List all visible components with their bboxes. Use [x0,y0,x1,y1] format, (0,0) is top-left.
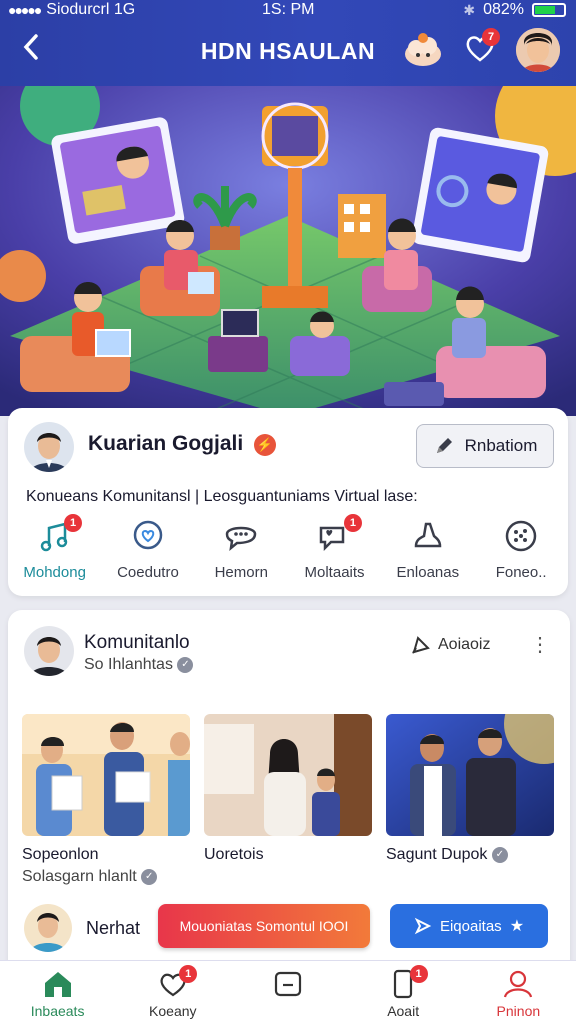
megaphone-icon [412,636,430,654]
member-avatar[interactable] [24,904,72,952]
cloud-character-icon[interactable] [402,30,442,70]
share-button-label: Eiqoaitas [439,917,502,935]
community-action-label: Aoiaoiz [438,636,491,653]
nav-item-profile[interactable]: Pninon [461,961,576,1024]
join-community-button[interactable]: Mouoniatas Somontul IOOI [158,904,370,948]
clock: 1S: PM [262,1,315,18]
share-button[interactable]: Eiqoaitas ★ [390,904,548,948]
photo-card-3[interactable] [386,714,554,836]
dots-circle-icon [505,520,537,552]
community-subtitle-text: So Ihlanhtas [84,656,173,673]
photo-subtitle: Solasgarn hlanlt ✓ [22,868,158,886]
quick-actions: 1 Mohdong Coedutro Hemorn 1 Moltaaits En… [8,514,568,581]
quick-item-label: Hemorn [214,564,268,581]
person-icon [504,970,533,998]
profile-avatar[interactable] [24,422,74,472]
send-icon [414,917,432,935]
quick-badge: 1 [343,514,362,532]
photo-title: Sopeonlon [22,846,99,863]
home-icon [44,972,71,997]
top-bar: ●●●●● Siodurcrl 1G 1S: PM ✱ 082% HDN HSA… [0,0,576,86]
nav-badge: 1 [409,965,428,983]
verified-icon: ✓ [177,656,194,673]
quick-item-foneo[interactable]: Foneo.. [474,518,567,581]
carrier-label: Siodurcrl 1G [46,1,136,18]
verified-icon: ✓ [141,868,158,885]
pencil-icon [436,438,452,453]
nav-label: Inbaeats [30,1003,85,1019]
quick-item-label: Moltaaits [304,564,365,581]
speech-bubble-icon [225,526,257,552]
nav-item-messages[interactable]: 1 Aoait [346,961,461,1024]
quick-badge: 1 [64,514,82,532]
battery-percent: 082% [483,1,524,18]
signal-icon: ●●●●● [8,2,42,18]
nav-item-home[interactable]: Inbaeats [0,961,115,1024]
quick-item-label: Foneo.. [495,564,547,581]
more-options-icon[interactable]: ⋮ [530,632,550,657]
nav-badge: 1 [179,965,198,983]
verified-icon: ✓ [491,846,508,863]
nav-label: Koeany [149,1003,197,1019]
user-avatar[interactable] [516,28,560,72]
quick-item-enloanas[interactable]: Enloanas [381,518,474,581]
community-name: Komunitanlo [84,632,190,653]
profile-name: Kuarian Gogjali [88,432,244,455]
hero-illustration [0,86,576,416]
heart-notification-button[interactable]: 7 [462,28,502,70]
quick-item-label: Enloanas [396,564,460,581]
photo-title-text: Sagunt Dupok [386,846,488,863]
bluetooth-icon: ✱ [463,1,476,18]
quick-item-hemorn[interactable]: Hemorn [195,518,288,581]
community-action-button[interactable]: Aoiaoiz [410,634,490,656]
photo-card-2[interactable] [204,714,372,836]
profile-card: Kuarian Gogjali ⚡ Rnbatiom Konueans Komu… [8,408,568,596]
battery-icon [532,3,566,17]
nav-label: Pninon [496,1003,541,1019]
nav-item-center[interactable] [230,961,345,1024]
photo-card-1[interactable] [22,714,190,836]
community-avatar[interactable] [24,626,74,676]
nav-item-favorites[interactable]: 1 Koeany [115,961,230,1024]
chat-heart-icon [133,520,163,550]
community-subtitle: So Ihlanhtas ✓ [84,656,194,674]
quick-item-coedutro[interactable]: Coedutro [101,518,194,581]
photo-title: Uoretois [204,846,264,863]
nav-label: Aoait [387,1003,420,1019]
profile-tagline: Konueans Komunitansl | Leosguantuniams V… [26,488,418,505]
quick-item-moltaaits[interactable]: 1 Moltaaits [288,514,381,581]
box-icon [274,971,302,997]
photo-subtitle-text: Solasgarn hlanlt [22,868,137,885]
bell-icon [414,522,442,548]
quick-item-label: Mohdong [23,564,86,581]
profile-action-label: Rnbatiom [464,436,538,455]
bottom-navigation: Inbaeats 1 Koeany 1 Aoait Pninon [0,960,576,1024]
quick-item-label: Coedutro [117,564,179,581]
notification-badge: 7 [482,28,500,46]
star-icon: ★ [509,918,525,935]
photo-title: Sagunt Dupok ✓ [386,846,508,864]
verified-badge-icon: ⚡ [254,434,276,456]
profile-action-button[interactable]: Rnbatiom [416,424,554,468]
status-bar: ●●●●● Siodurcrl 1G 1S: PM ✱ 082% [0,0,576,22]
member-name: Nerhat [86,918,141,938]
quick-item-mohdong[interactable]: 1 Mohdong [8,514,101,581]
